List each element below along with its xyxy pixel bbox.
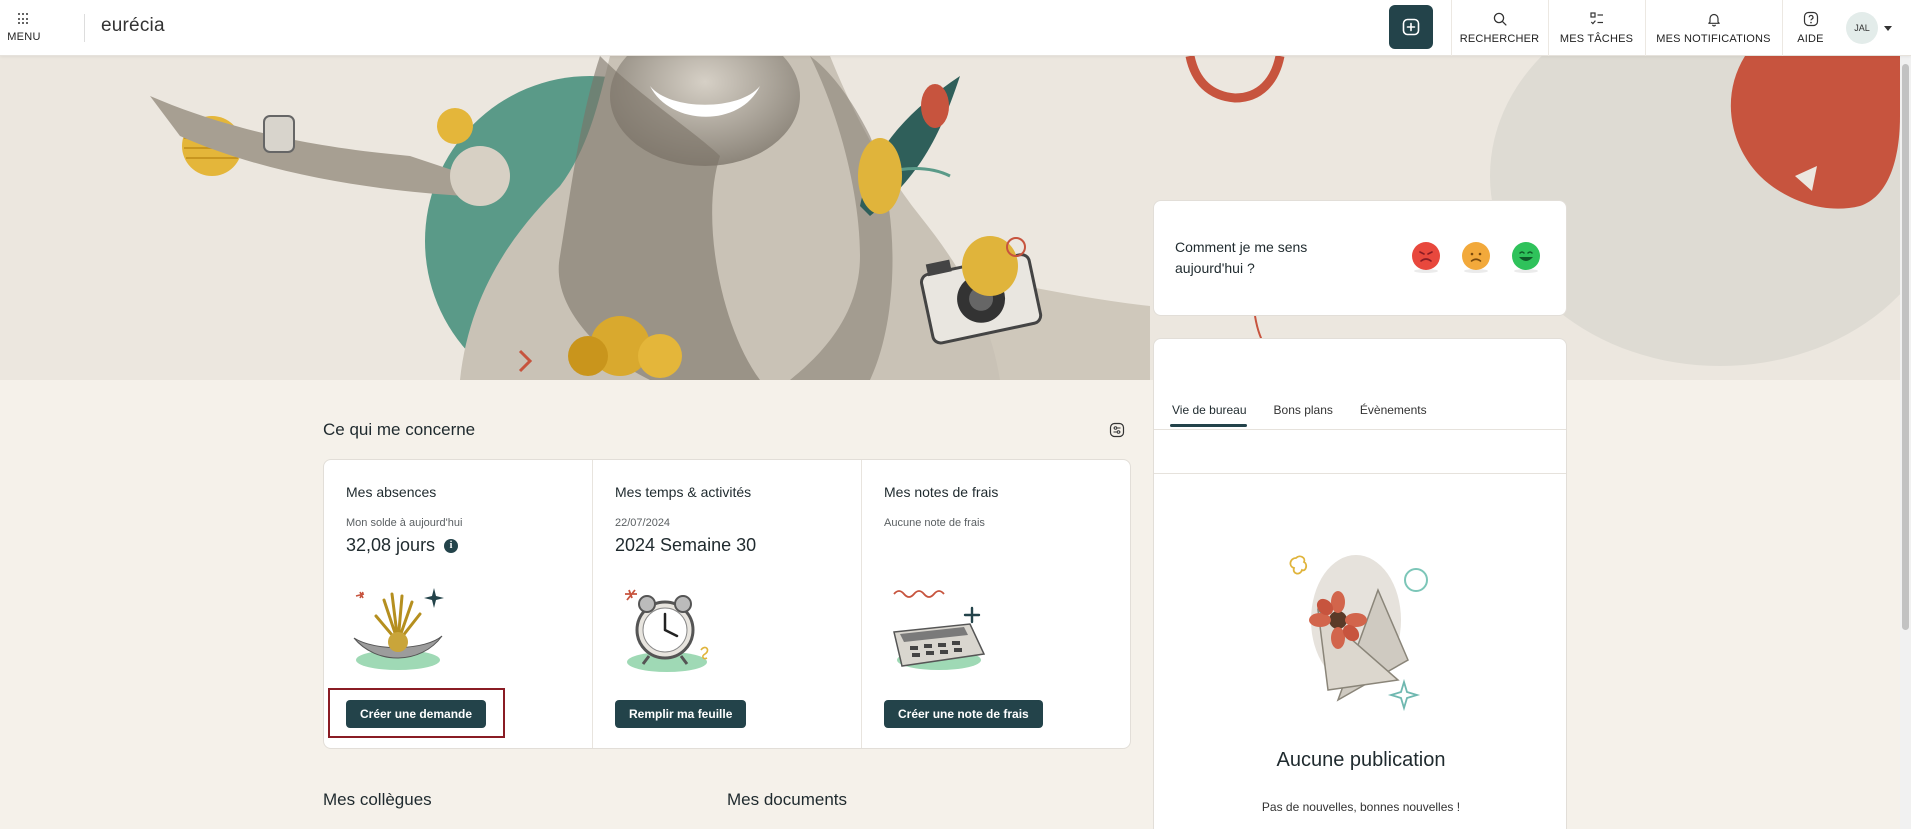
hero-banner <box>0 56 1900 380</box>
card-subtitle: Aucune note de frais <box>884 517 985 529</box>
bell-icon <box>1707 13 1720 27</box>
tabs-divider <box>1154 429 1566 430</box>
calculator-illustration <box>893 590 986 670</box>
empty-state-title: Aucune publication <box>1276 749 1446 771</box>
search-icon <box>1493 12 1507 26</box>
top-bar: MENU eurécia RECHERCHER MES TÂCHES MES N… <box>0 0 1911 56</box>
tab-bons-plans[interactable]: Bons plans <box>1272 397 1333 429</box>
info-icon[interactable]: i <box>444 538 459 553</box>
fill-timesheet-button[interactable]: Remplir ma feuille <box>615 700 747 728</box>
card-title: Mes notes de frais <box>884 484 999 500</box>
help-icon <box>1803 11 1818 27</box>
menu-label: MENU <box>7 31 41 43</box>
card-title: Mes absences <box>346 484 437 500</box>
tab-vie-de-bureau[interactable]: Vie de bureau <box>1170 397 1247 429</box>
card-absences: Mes absences Mon solde à aujourd'hui 32,… <box>324 460 592 748</box>
empty-state-illustration <box>1289 555 1428 712</box>
nav-search-label: RECHERCHER <box>1459 33 1540 45</box>
logo[interactable]: eurécia <box>101 15 165 37</box>
card-subtitle: 22/07/2024 <box>615 517 671 529</box>
plus-icon <box>1402 18 1420 36</box>
mood-panel: Comment je me sens aujourd'hui ? <box>1153 200 1567 316</box>
section-divider <box>1154 473 1566 474</box>
nav-notifications-label: MES NOTIFICATIONS <box>1656 33 1771 45</box>
sad-face-icon[interactable] <box>1460 241 1492 273</box>
grid-icon <box>18 13 30 25</box>
avatar: JAL <box>1846 12 1878 44</box>
divider <box>84 14 85 42</box>
scrollbar[interactable] <box>1900 56 1911 829</box>
alarm-clock-illustration <box>625 589 709 672</box>
create-request-button[interactable]: Créer une demande <box>346 700 487 728</box>
chevron-down-icon <box>1884 25 1892 31</box>
nav-tasks[interactable]: MES TÂCHES <box>1548 0 1644 56</box>
card-value-wrap: 32,08 jours i <box>346 535 459 556</box>
nav-help[interactable]: AIDE <box>1782 0 1838 56</box>
nav-help-label: AIDE <box>1797 33 1824 45</box>
documents-title: Mes documents <box>727 790 847 809</box>
card-value-wrap: 2024 Semaine 30 <box>615 535 756 556</box>
nav-search[interactable]: RECHERCHER <box>1451 0 1547 56</box>
card-subtitle: Mon solde à aujourd'hui <box>346 517 463 529</box>
menu-button[interactable]: MENU <box>0 0 48 56</box>
card-value: 32,08 jours <box>346 535 436 555</box>
angry-face-icon[interactable] <box>1410 241 1442 273</box>
hammock-plant-illustration <box>353 588 444 670</box>
nav-tasks-label: MES TÂCHES <box>1559 33 1634 45</box>
create-expense-button[interactable]: Créer une note de frais <box>884 700 1043 728</box>
customize-icon[interactable] <box>1109 422 1125 438</box>
card-value: 2024 Semaine 30 <box>615 535 757 555</box>
user-menu[interactable]: JAL <box>1846 12 1892 44</box>
card-time-activities: Mes temps & activités 22/07/2024 2024 Se… <box>592 460 861 748</box>
scrollbar-thumb[interactable] <box>1902 64 1909 630</box>
card-expenses: Mes notes de frais Aucune note de frais … <box>861 460 1130 748</box>
section-title: Ce qui me concerne <box>323 420 476 439</box>
colleagues-title: Mes collègues <box>323 790 432 809</box>
card-title: Mes temps & activités <box>615 484 752 500</box>
widgets-cards: Mes absences Mon solde à aujourd'hui 32,… <box>323 459 1131 749</box>
tasks-icon <box>1589 12 1603 25</box>
tab-evenements[interactable]: Évènements <box>1358 397 1427 429</box>
news-tabs: Vie de bureau Bons plans Évènements <box>1153 397 1452 429</box>
hero-illustration <box>0 56 1900 380</box>
add-button[interactable] <box>1389 5 1433 49</box>
happy-face-icon[interactable] <box>1510 241 1542 273</box>
empty-state-subtitle: Pas de nouvelles, bonnes nouvelles ! <box>1261 800 1461 814</box>
nav-notifications[interactable]: MES NOTIFICATIONS <box>1645 0 1781 56</box>
mood-question: Comment je me sens aujourd'hui ? <box>1175 239 1308 276</box>
